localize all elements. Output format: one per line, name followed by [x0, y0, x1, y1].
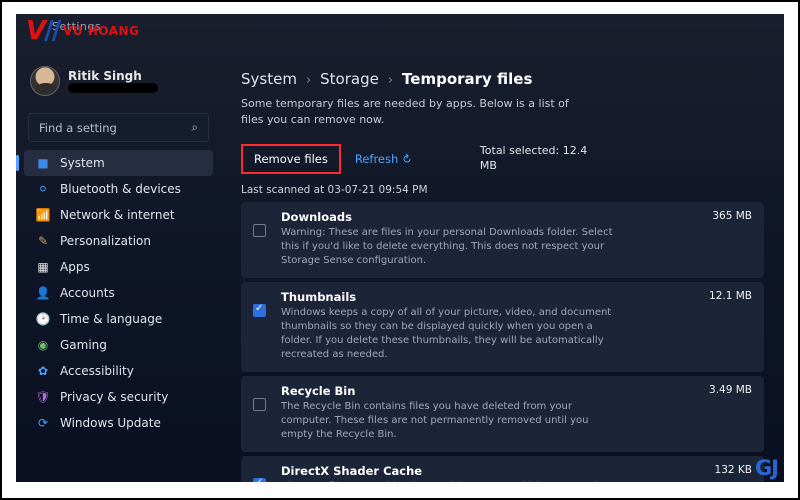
profile-name: Ritik Singh	[68, 69, 158, 83]
sidebar-item-label: Accessibility	[60, 364, 134, 378]
file-category-title: Recycle Bin	[281, 384, 699, 398]
sidebar-item-system[interactable]: ■ System	[24, 150, 213, 176]
avatar	[30, 66, 60, 96]
checkbox[interactable]	[253, 478, 266, 482]
privacy-security-icon: 🛡	[36, 390, 50, 404]
chevron-right-icon: ›	[388, 73, 393, 88]
remove-files-button[interactable]: Remove files	[241, 144, 341, 174]
gaming-icon: ◉	[36, 338, 50, 352]
profile-email-redacted	[68, 83, 158, 93]
time-language-icon: 🕑	[36, 312, 50, 326]
file-category-row[interactable]: DirectX Shader Cache Clean up files creat…	[241, 456, 764, 482]
breadcrumb-l3: Temporary files	[402, 70, 532, 88]
watermark-icon: GJ	[755, 456, 778, 480]
file-category-size: 365 MB	[712, 210, 752, 268]
checkbox[interactable]	[253, 304, 266, 317]
logo-mark: V//	[26, 16, 59, 46]
file-category-row[interactable]: Downloads Warning: These are files in you…	[241, 202, 764, 278]
sidebar-item-label: Network & internet	[60, 208, 175, 222]
sidebar-item-personalization[interactable]: ✎ Personalization	[16, 228, 221, 254]
sidebar-item-label: Gaming	[60, 338, 107, 352]
sidebar-item-windows-update[interactable]: ⟳ Windows Update	[16, 410, 221, 436]
actions-bar: Remove files Refresh ↻ Total selected: 1…	[241, 144, 764, 174]
file-category-title: DirectX Shader Cache	[281, 464, 705, 478]
sidebar-item-label: Apps	[60, 260, 90, 274]
refresh-button[interactable]: Refresh ↻	[355, 152, 412, 166]
windows-update-icon: ⟳	[36, 416, 50, 430]
file-category-desc: Clean up files created by the graphics s…	[281, 480, 621, 482]
file-category-size: 3.49 MB	[709, 384, 752, 442]
search-icon: ⌕	[192, 120, 198, 135]
publisher-logo: V// VU HOANG	[26, 16, 139, 46]
file-category-title: Downloads	[281, 210, 702, 224]
sidebar-item-label: Windows Update	[60, 416, 161, 430]
checkbox[interactable]	[253, 398, 266, 411]
sidebar-item-label: Accounts	[60, 286, 115, 300]
accounts-icon: 👤	[36, 286, 50, 300]
sidebar-item-privacy-security[interactable]: 🛡 Privacy & security	[16, 384, 221, 410]
file-category-size: 12.1 MB	[709, 290, 752, 362]
page-frame: V// VU HOANG Settings Ritik Singh Find a…	[0, 0, 800, 500]
sidebar-item-network-internet[interactable]: 📶 Network & internet	[16, 202, 221, 228]
sidebar-item-label: Privacy & security	[60, 390, 168, 404]
file-category-desc: Windows keeps a copy of all of your pict…	[281, 306, 621, 362]
sidebar-item-bluetooth-devices[interactable]: ⚪ Bluetooth & devices	[16, 176, 221, 202]
search-placeholder: Find a setting	[39, 121, 117, 135]
sidebar-item-accounts[interactable]: 👤 Accounts	[16, 280, 221, 306]
sidebar-item-accessibility[interactable]: ✿ Accessibility	[16, 358, 221, 384]
total-selected-label: Total selected: 12.4 MB	[480, 144, 600, 174]
file-category-row[interactable]: Recycle Bin The Recycle Bin contains file…	[241, 376, 764, 452]
sidebar-item-label: Time & language	[60, 312, 162, 326]
file-category-row[interactable]: Thumbnails Windows keeps a copy of all of…	[241, 282, 764, 372]
settings-app-window: Settings Ritik Singh Find a setting ⌕ ■S…	[16, 14, 784, 482]
network-internet-icon: 📶	[36, 208, 50, 222]
chevron-right-icon: ›	[306, 73, 311, 88]
breadcrumb-l1[interactable]: System	[241, 70, 297, 88]
checkbox[interactable]	[253, 224, 266, 237]
apps-icon: ▦	[36, 260, 50, 274]
sidebar-item-apps[interactable]: ▦ Apps	[16, 254, 221, 280]
page-description: Some temporary files are needed by apps.…	[241, 96, 591, 128]
file-category-desc: The Recycle Bin contains files you have …	[281, 400, 621, 442]
sidebar-item-label: Bluetooth & devices	[60, 182, 181, 196]
sidebar-item-time-language[interactable]: 🕑 Time & language	[16, 306, 221, 332]
profile-block[interactable]: Ritik Singh	[16, 66, 221, 99]
sidebar: Ritik Singh Find a setting ⌕ ■ System ⚪ Blu…	[16, 14, 221, 482]
sidebar-item-gaming[interactable]: ◉ Gaming	[16, 332, 221, 358]
system-icon: ■	[36, 156, 50, 170]
file-category-desc: Warning: These are files in your persona…	[281, 226, 621, 268]
bluetooth-devices-icon: ⚪	[36, 182, 50, 196]
last-scanned-label: Last scanned at 03-07-21 09:54 PM	[241, 184, 764, 196]
file-category-size: 132 KB	[715, 464, 752, 482]
sidebar-item-label: Personalization	[60, 234, 151, 248]
breadcrumb-l2[interactable]: Storage	[320, 70, 379, 88]
personalization-icon: ✎	[36, 234, 50, 248]
sidebar-item-label: System	[60, 156, 105, 170]
logo-text: VU HOANG	[63, 24, 139, 38]
refresh-label: Refresh	[355, 152, 398, 166]
breadcrumb: System › Storage › Temporary files	[241, 70, 764, 88]
file-category-list: Downloads Warning: These are files in you…	[241, 202, 764, 482]
accessibility-icon: ✿	[36, 364, 50, 378]
search-input[interactable]: Find a setting ⌕	[28, 113, 209, 142]
file-category-title: Thumbnails	[281, 290, 699, 304]
refresh-icon: ↻	[399, 150, 415, 167]
nav-list: ■ System ⚪ Bluetooth & devices 📶 Network & in…	[16, 150, 221, 436]
main-content: System › Storage › Temporary files Some …	[221, 14, 784, 482]
